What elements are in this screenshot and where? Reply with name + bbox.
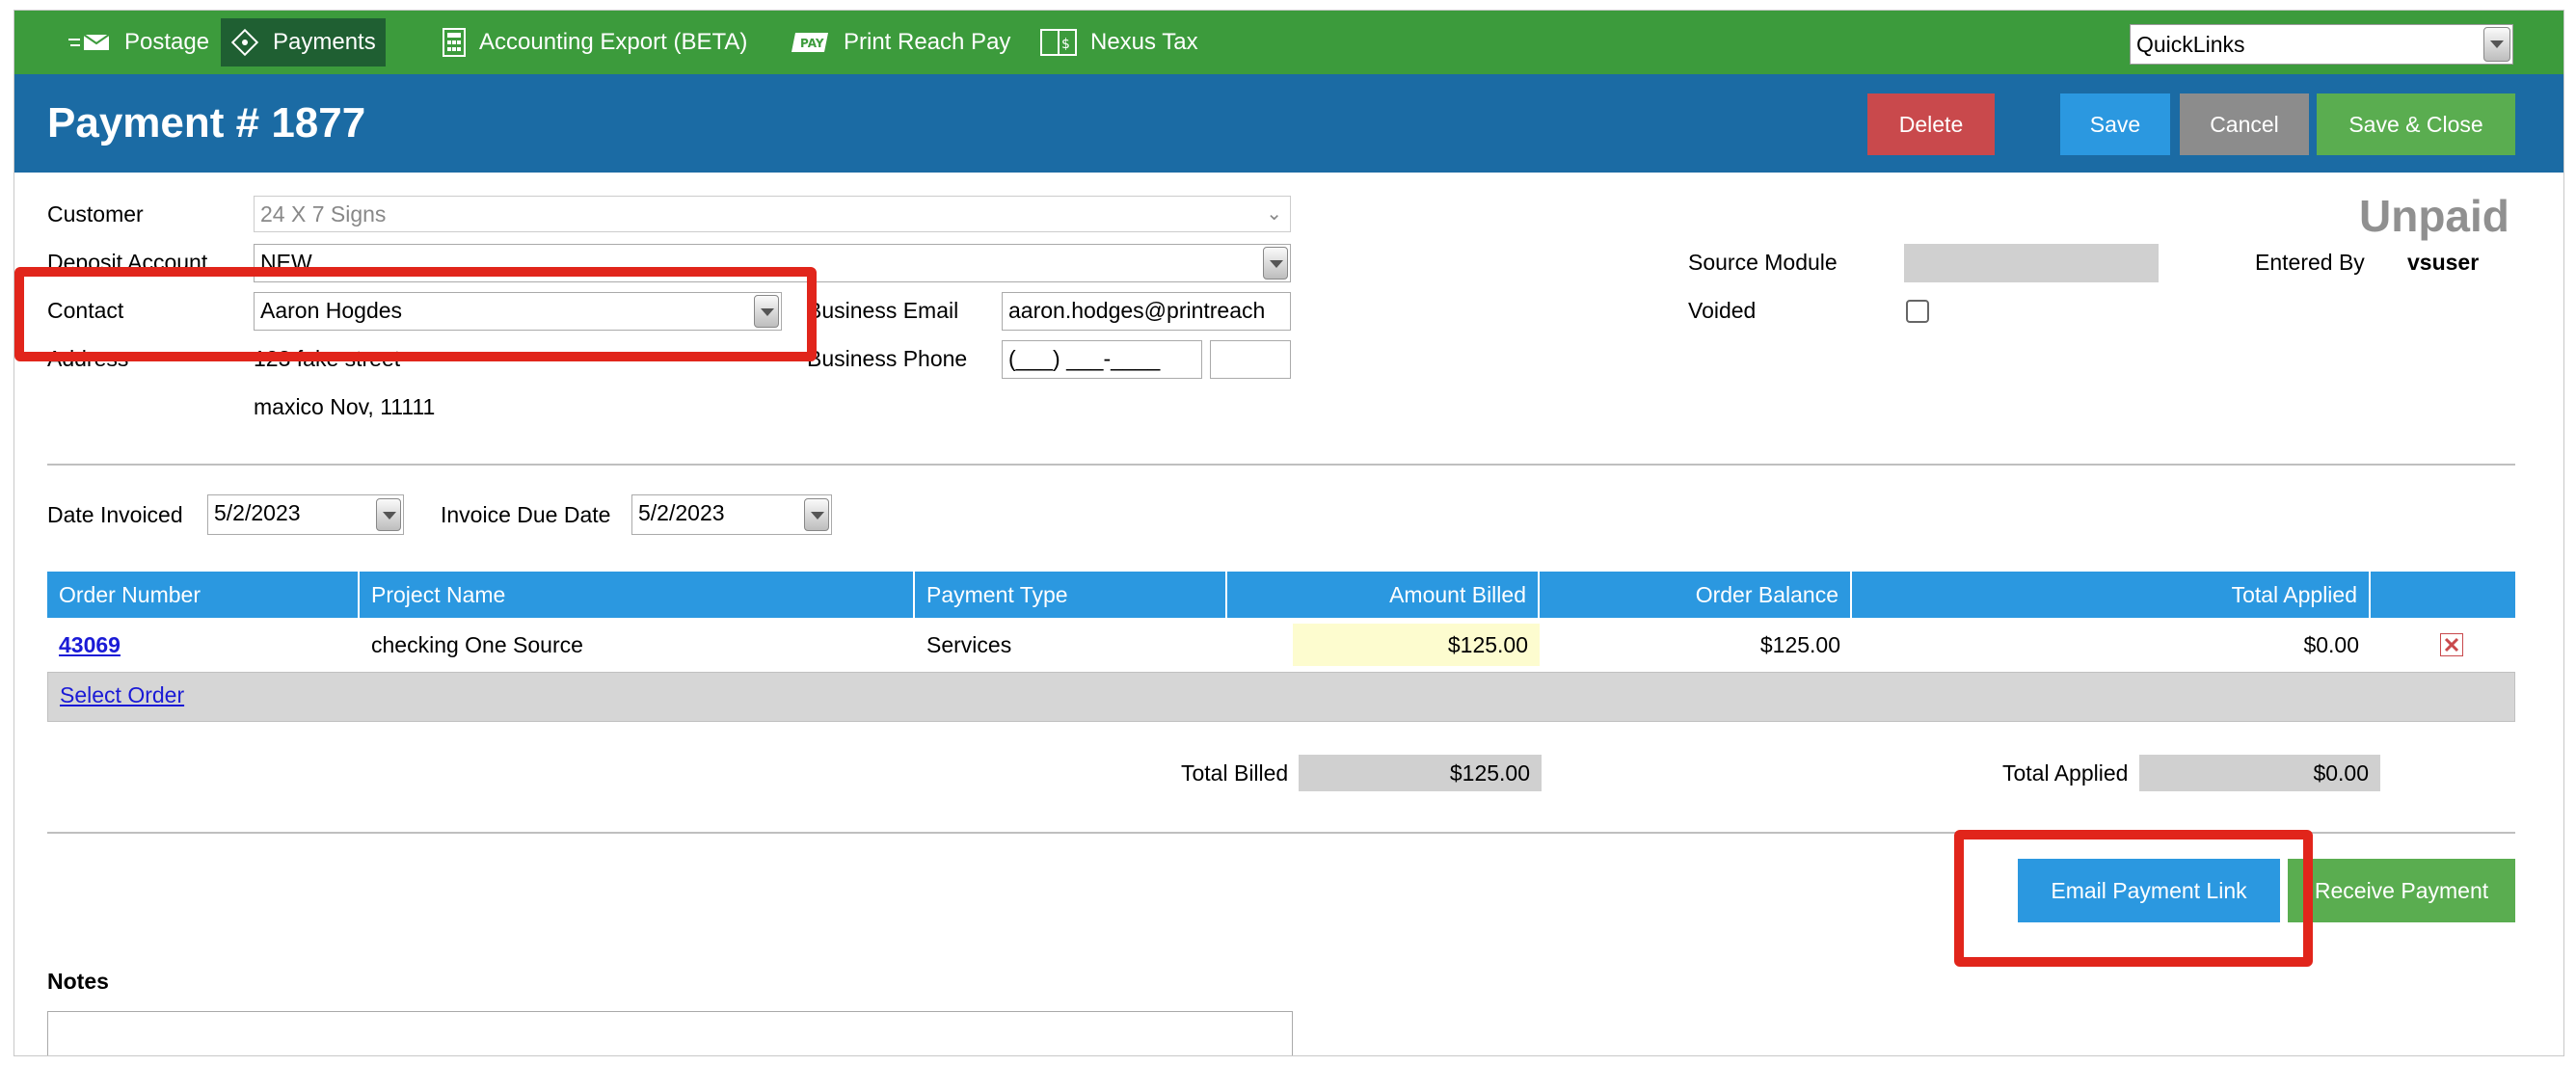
customer-label: Customer <box>47 201 144 227</box>
date-invoiced-label: Date Invoiced <box>47 502 183 527</box>
customer-value: 24 X 7 Signs <box>260 201 387 227</box>
save-button[interactable]: Save <box>2060 93 2170 155</box>
nav-label: Postage <box>124 29 210 55</box>
calculator-icon <box>443 28 466 57</box>
voided-checkbox[interactable] <box>1906 300 1929 323</box>
select-order-row: Select Order <box>47 672 2515 722</box>
calendar-dropdown-icon[interactable] <box>804 498 829 531</box>
calendar-dropdown-icon[interactable] <box>376 498 401 531</box>
pay-icon: PAY <box>792 31 830 54</box>
status-badge: Unpaid <box>2359 191 2509 241</box>
col-total-applied: Total Applied <box>1852 572 2371 618</box>
deposit-account-select[interactable]: NEW <box>254 244 1291 282</box>
svg-text:PAY: PAY <box>800 37 824 50</box>
col-payment-type: Payment Type <box>915 572 1227 618</box>
delete-row-icon[interactable] <box>2440 633 2463 656</box>
total-billed-value: $125.00 <box>1299 755 1542 791</box>
order-number-link[interactable]: 43069 <box>59 632 121 657</box>
source-module-field <box>1904 244 2159 282</box>
divider <box>47 464 2515 466</box>
payments-icon <box>230 28 259 57</box>
address-line-1: 123 fake street <box>254 346 401 371</box>
chevron-down-icon <box>1263 247 1288 280</box>
quicklinks-value: QuickLinks <box>2136 32 2245 57</box>
customer-select[interactable]: 24 X 7 Signs ⌄ <box>254 196 1291 232</box>
deposit-account-value: NEW <box>260 250 312 275</box>
postage-icon <box>68 32 111 53</box>
nav-label: Print Reach Pay <box>844 29 1011 55</box>
deposit-account-label: Deposit Account <box>47 250 208 275</box>
order-number-cell: 43069 <box>47 618 360 672</box>
total-applied-cell: $0.00 <box>2303 632 2359 657</box>
order-balance-cell: $125.00 <box>1759 632 1840 657</box>
col-project-name: Project Name <box>360 572 915 618</box>
email-payment-link-button[interactable]: Email Payment Link <box>2018 859 2280 922</box>
nav-item-nexus-tax[interactable]: $ Nexus Tax <box>1031 18 1208 67</box>
total-applied-value: $0.00 <box>2139 755 2380 791</box>
contact-label: Contact <box>47 298 124 323</box>
nav-item-accounting-export[interactable]: Accounting Export (BETA) <box>433 18 757 67</box>
address-label: Address <box>47 346 129 371</box>
title-bar: Payment # 1877 Delete Save Cancel Save &… <box>14 74 2563 173</box>
nav-item-payments[interactable]: Payments <box>221 18 386 67</box>
contact-value: Aaron Hogdes <box>260 298 403 323</box>
cancel-button[interactable]: Cancel <box>2180 93 2309 155</box>
voided-label: Voided <box>1688 298 1757 323</box>
save-close-button[interactable]: Save & Close <box>2317 93 2515 155</box>
app-window: Postage Payments Accounting Export (BETA… <box>13 10 2564 1056</box>
date-invoiced-input[interactable]: 5/2/2023 <box>207 494 404 535</box>
total-applied-label: Total Applied <box>2002 760 2129 786</box>
amount-billed-input[interactable]: $125.00 <box>1293 624 1540 666</box>
address-line-2: maxico Nov, 11111 <box>254 394 436 419</box>
quicklinks-select[interactable]: QuickLinks <box>2130 24 2513 65</box>
page-title: Payment # 1877 <box>47 99 366 147</box>
table-row: 43069 checking One Source Services $125.… <box>47 618 2515 672</box>
due-date-value: 5/2/2023 <box>638 500 725 525</box>
contact-select[interactable]: Aaron Hogdes <box>254 292 782 331</box>
notes-label: Notes <box>47 969 109 994</box>
business-email-label: Business Email <box>807 298 959 323</box>
nav-label: Nexus Tax <box>1090 29 1198 55</box>
due-date-input[interactable]: 5/2/2023 <box>631 494 832 535</box>
payment-type-cell: Services <box>926 632 1012 657</box>
chevron-down-icon <box>754 295 779 328</box>
tax-icon: $ <box>1040 29 1077 56</box>
entered-by-label: Entered By <box>2255 250 2365 275</box>
nav-item-postage[interactable]: Postage <box>59 18 219 67</box>
entered-by-value: vsuser <box>2407 250 2480 275</box>
select-order-link[interactable]: Select Order <box>60 682 184 708</box>
divider <box>47 832 2515 834</box>
business-email-input[interactable]: aaron.hodges@printreach <box>1002 292 1291 331</box>
nav-label: Payments <box>273 29 376 55</box>
source-module-label: Source Module <box>1688 250 1838 275</box>
col-order-balance: Order Balance <box>1540 572 1852 618</box>
svg-text:$: $ <box>1061 37 1070 52</box>
col-order-number: Order Number <box>47 572 360 618</box>
notes-textarea[interactable] <box>47 1011 1293 1055</box>
date-invoiced-value: 5/2/2023 <box>214 500 301 525</box>
business-phone-label: Business Phone <box>807 346 968 371</box>
phone-extension-input[interactable] <box>1210 340 1291 379</box>
due-date-label: Invoice Due Date <box>441 502 611 527</box>
receive-payment-button[interactable]: Receive Payment <box>2288 859 2515 922</box>
orders-table-header: Order Number Project Name Payment Type A… <box>47 572 2515 618</box>
business-phone-input[interactable]: (___) ___-____ <box>1002 340 1202 379</box>
total-billed-label: Total Billed <box>1181 760 1289 786</box>
nav-item-print-reach-pay[interactable]: PAY Print Reach Pay <box>782 18 1020 67</box>
nav-label: Accounting Export (BETA) <box>479 29 748 55</box>
delete-button[interactable]: Delete <box>1867 93 1995 155</box>
project-name-cell: checking One Source <box>371 632 583 657</box>
top-navigation: Postage Payments Accounting Export (BETA… <box>14 11 2563 74</box>
chevron-down-icon: ⌄ <box>1266 203 1282 225</box>
chevron-down-icon <box>2483 27 2510 62</box>
col-amount-billed: Amount Billed <box>1227 572 1540 618</box>
